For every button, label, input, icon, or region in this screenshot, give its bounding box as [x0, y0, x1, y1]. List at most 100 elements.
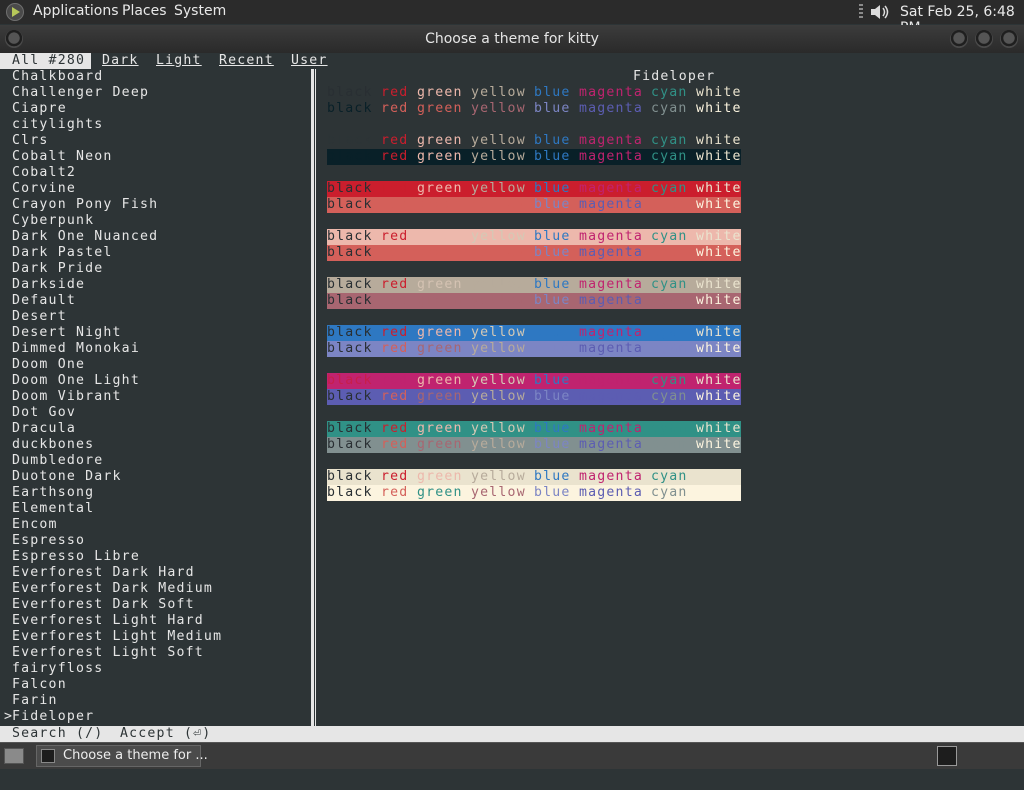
close-button[interactable] — [1000, 30, 1018, 48]
theme-list-item[interactable]: Everforest Light Medium — [12, 629, 222, 645]
selection-marker: > — [4, 709, 14, 724]
taskbar-window-label: Choose a theme for ... — [63, 748, 208, 763]
preview-color-word: green — [417, 133, 463, 148]
theme-list-item[interactable]: Clrs — [12, 133, 49, 149]
theme-list-item[interactable]: Cyberpunk — [12, 213, 94, 229]
preview-color-word: green — [417, 277, 463, 292]
theme-list-item[interactable]: Everforest Dark Soft — [12, 597, 195, 613]
theme-list-item[interactable]: Everforest Dark Medium — [12, 581, 213, 597]
system-menu[interactable]: System — [174, 3, 226, 19]
theme-list-item[interactable]: Falcon — [12, 677, 67, 693]
theme-list-item[interactable]: Dark Pride — [12, 261, 103, 277]
theme-list-item[interactable]: Fideloper — [12, 709, 94, 725]
theme-list-item[interactable]: Ciapre — [12, 101, 67, 117]
preview-color-word: red — [381, 133, 409, 148]
distro-menu-icon[interactable] — [6, 3, 24, 21]
preview-color-word: magenta — [579, 277, 643, 292]
terminal-icon — [41, 749, 55, 763]
taskbar-window-button[interactable]: Choose a theme for ... — [36, 745, 208, 767]
accept-hint[interactable]: Accept (⏎) — [120, 726, 211, 742]
panel-separator — [859, 4, 863, 20]
search-hint[interactable]: Search (/) — [12, 726, 103, 742]
preview-color-word: green — [417, 181, 463, 196]
preview-color-word: cyan — [651, 469, 688, 484]
preview-row: black red green yellow blue magenta cyan white — [327, 325, 741, 341]
maximize-button[interactable] — [975, 30, 993, 48]
minimize-button[interactable] — [950, 30, 968, 48]
preview-color-word: blue — [534, 373, 571, 388]
window-title: Choose a theme for kitty — [425, 31, 599, 47]
theme-list-item[interactable]: Dracula — [12, 421, 76, 437]
preview-color-word: white — [696, 325, 742, 340]
theme-list-item[interactable]: Espresso Libre — [12, 549, 140, 565]
preview-row: black red green yellow blue magenta cyan white — [327, 181, 741, 197]
preview-color-word: black — [327, 229, 373, 244]
preview-color-word: white — [696, 181, 742, 196]
theme-list-item[interactable]: Dark Pastel — [12, 245, 113, 261]
theme-list-item[interactable]: Espresso — [12, 533, 85, 549]
theme-list-item[interactable]: Doom Vibrant — [12, 389, 122, 405]
tab-dark[interactable]: Dark — [102, 53, 139, 69]
theme-list-item[interactable]: Dot Gov — [12, 405, 76, 421]
preview-color-word: magenta — [579, 229, 643, 244]
tab-all[interactable]: All #280 — [0, 53, 92, 69]
preview-color-word: black — [327, 181, 373, 196]
tab-recent-label: Recent — [219, 53, 274, 68]
window-titlebar[interactable]: Choose a theme for kitty — [0, 25, 1024, 53]
tab-user[interactable]: User — [291, 53, 328, 69]
preview-color-word: magenta — [579, 437, 643, 452]
theme-list-item[interactable]: Farin — [12, 693, 58, 709]
theme-list-item[interactable]: duckbones — [12, 437, 94, 453]
theme-list-item[interactable]: Darkside — [12, 277, 85, 293]
theme-list-item[interactable]: Challenger Deep — [12, 85, 149, 101]
applications-menu[interactable]: Applications — [33, 3, 119, 19]
theme-list-item[interactable]: Desert — [12, 309, 67, 325]
theme-list-item[interactable]: Everforest Light Soft — [12, 645, 204, 661]
preview-color-word: cyan — [651, 85, 688, 100]
theme-list-item[interactable]: Dimmed Monokai — [12, 341, 140, 357]
theme-list-item[interactable]: Everforest Light Hard — [12, 613, 204, 629]
preview-row: black red green yellow blue magenta cyan white — [327, 341, 741, 357]
tab-recent[interactable]: Recent — [219, 53, 274, 69]
theme-list-item[interactable]: Everforest Dark Hard — [12, 565, 195, 581]
theme-list-item[interactable]: citylights — [12, 117, 103, 133]
preview-color-word: green — [417, 469, 463, 484]
theme-list-item[interactable]: Dark One Nuanced — [12, 229, 158, 245]
preview-color-word: black — [327, 373, 373, 388]
preview-color-word: red — [381, 325, 409, 340]
tab-light[interactable]: Light — [156, 53, 202, 69]
preview-color-word: blue — [534, 197, 571, 212]
theme-list-item[interactable]: Default — [12, 293, 76, 309]
theme-list-item[interactable]: Elemental — [12, 501, 94, 517]
theme-list-item[interactable]: Doom One Light — [12, 373, 140, 389]
tray-terminal-icon[interactable] — [937, 746, 957, 766]
preview-color-word: blue — [534, 485, 571, 500]
theme-list-item[interactable]: Encom — [12, 517, 58, 533]
preview-color-word: black — [327, 85, 373, 100]
preview-color-word: green — [417, 229, 463, 244]
theme-list-item[interactable]: Crayon Pony Fish — [12, 197, 158, 213]
theme-list-item[interactable]: Corvine — [12, 181, 76, 197]
preview-color-word: blue — [534, 469, 571, 484]
preview-color-word: yellow — [471, 101, 526, 116]
theme-list-item[interactable]: Dumbledore — [12, 453, 103, 469]
preview-color-word: cyan — [651, 149, 688, 164]
show-desktop-icon[interactable] — [4, 748, 24, 764]
preview-color-word: magenta — [579, 197, 643, 212]
preview-color-word: green — [417, 245, 463, 260]
theme-list-item[interactable]: Desert Night — [12, 325, 122, 341]
theme-list-item[interactable]: Cobalt2 — [12, 165, 76, 181]
places-menu[interactable]: Places — [122, 3, 167, 19]
theme-list-item[interactable]: Earthsong — [12, 485, 94, 501]
preview-color-word: green — [417, 149, 463, 164]
volume-icon[interactable] — [869, 3, 891, 21]
terminal-area[interactable]: All #280 Dark Light Recent User Chalkboa… — [0, 53, 1024, 742]
theme-list-item[interactable]: Chalkboard — [12, 69, 103, 85]
theme-list-item[interactable]: Cobalt Neon — [12, 149, 113, 165]
theme-list-item[interactable]: Duotone Dark — [12, 469, 122, 485]
preview-color-word: red — [381, 229, 409, 244]
theme-list-item[interactable]: Doom One — [12, 357, 85, 373]
preview-color-word: blue — [534, 133, 571, 148]
preview-row: black red green yellow blue magenta cyan — [327, 469, 741, 485]
theme-list-item[interactable]: fairyfloss — [12, 661, 103, 677]
